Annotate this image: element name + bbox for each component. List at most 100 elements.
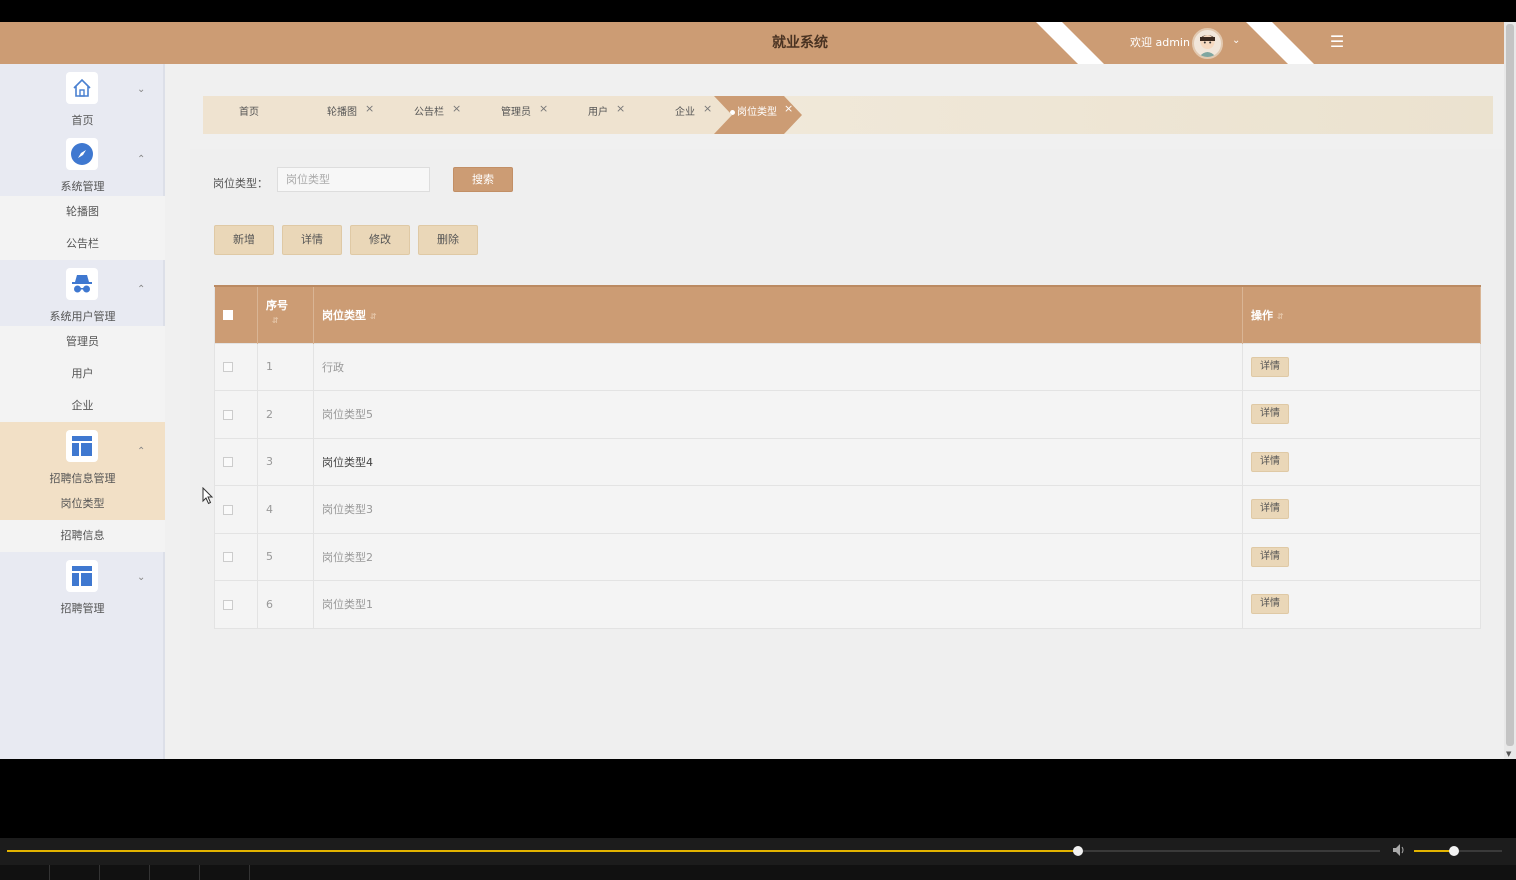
video-timeline[interactable] bbox=[7, 846, 1380, 856]
row-select-cell bbox=[214, 532, 258, 581]
search-input[interactable] bbox=[277, 167, 430, 192]
sidebar-item-user-management[interactable]: 系统用户管理 ⌃ bbox=[0, 260, 165, 326]
volume-slider[interactable] bbox=[1414, 846, 1502, 856]
sidebar-item-home[interactable]: 首页 ⌄ bbox=[0, 64, 165, 130]
sidebar-group-system: 系统管理 ⌃ 轮播图 公告栏 bbox=[0, 130, 165, 260]
sidebar-label: 系统管理 bbox=[60, 180, 105, 193]
search-button[interactable]: 搜索 bbox=[453, 167, 513, 192]
scrollbar-thumb[interactable] bbox=[1506, 24, 1514, 746]
sidebar-item-recruit-management[interactable]: 招聘管理 ⌄ bbox=[0, 552, 165, 618]
row-detail-button[interactable]: 详情 bbox=[1251, 451, 1289, 472]
select-all-cell bbox=[214, 285, 258, 343]
row-detail-button[interactable]: 详情 bbox=[1251, 594, 1289, 615]
row-ops: 详情 bbox=[1242, 532, 1481, 581]
vertical-scrollbar[interactable]: ▼ bbox=[1504, 22, 1516, 759]
row-ops: 详情 bbox=[1242, 580, 1481, 628]
row-checkbox[interactable] bbox=[223, 599, 233, 610]
close-icon[interactable]: × bbox=[784, 92, 793, 126]
sort-icon[interactable]: ⇵ bbox=[1277, 312, 1284, 321]
video-player-bar bbox=[0, 838, 1516, 880]
close-icon[interactable]: × bbox=[365, 92, 374, 126]
table-row[interactable]: 1 行政 详情 bbox=[214, 342, 1481, 391]
player-controls bbox=[0, 865, 1516, 880]
sidebar-label: 系统用户管理 bbox=[49, 310, 116, 323]
add-button[interactable]: 新增 bbox=[214, 225, 274, 255]
sort-icon[interactable]: ⇵ bbox=[370, 312, 377, 321]
player-control[interactable] bbox=[150, 865, 200, 880]
sidebar-group-users: 系统用户管理 ⌃ 管理员 用户 企业 bbox=[0, 260, 165, 422]
table-row[interactable]: 6 岗位类型1 详情 bbox=[214, 580, 1481, 628]
select-all-checkbox[interactable] bbox=[223, 310, 233, 321]
close-icon[interactable]: × bbox=[539, 92, 548, 126]
row-checkbox[interactable] bbox=[223, 457, 233, 468]
layout-icon bbox=[66, 560, 98, 592]
chevron-up-icon: ⌃ bbox=[137, 284, 146, 295]
sidebar-label: 首页 bbox=[71, 114, 94, 127]
chevron-down-icon: ⌄ bbox=[137, 84, 146, 95]
app-title: 就业系统 bbox=[772, 35, 828, 51]
layout-icon bbox=[66, 430, 98, 462]
detail-button[interactable]: 详情 bbox=[282, 225, 342, 255]
timeline-knob[interactable] bbox=[1072, 846, 1083, 856]
sidebar-item-users[interactable]: 用户 bbox=[0, 358, 165, 390]
close-icon[interactable]: × bbox=[616, 92, 625, 126]
delete-button[interactable]: 删除 bbox=[418, 225, 478, 255]
row-checkbox[interactable] bbox=[223, 552, 233, 563]
player-control[interactable] bbox=[200, 865, 250, 880]
scroll-down-arrow-icon[interactable]: ▼ bbox=[1506, 750, 1511, 758]
sidebar-label: 招聘信息管理 bbox=[49, 472, 116, 485]
close-icon[interactable]: × bbox=[703, 92, 712, 126]
sidebar-item-admins[interactable]: 管理员 bbox=[0, 326, 165, 358]
row-detail-button[interactable]: 详情 bbox=[1251, 356, 1289, 377]
search-label: 岗位类型： bbox=[213, 177, 268, 190]
table-row[interactable]: 2 岗位类型5 详情 bbox=[214, 390, 1481, 438]
row-select-cell bbox=[214, 390, 258, 438]
chevron-down-icon: ⌄ bbox=[137, 572, 146, 583]
player-control[interactable] bbox=[100, 865, 150, 880]
volume-knob[interactable] bbox=[1448, 846, 1459, 856]
row-job-type: 岗位类型4 bbox=[313, 437, 1243, 486]
sidebar-item-carousel[interactable]: 轮播图 bbox=[0, 196, 165, 228]
player-control[interactable] bbox=[50, 865, 100, 880]
column-index[interactable]: 序号 ⇵ bbox=[257, 285, 314, 343]
row-ops: 详情 bbox=[1242, 342, 1481, 391]
player-control[interactable] bbox=[0, 865, 50, 880]
tab-label: 首页 bbox=[239, 107, 259, 118]
sidebar-item-system-management[interactable]: 系统管理 ⌃ bbox=[0, 130, 165, 196]
column-label: 序号 bbox=[266, 299, 288, 312]
mouse-cursor-icon bbox=[202, 487, 214, 505]
tab-label: 岗位类型 bbox=[737, 107, 777, 118]
table-row[interactable]: 3 岗位类型4 详情 bbox=[214, 437, 1481, 486]
hamburger-menu-icon[interactable]: ☰ bbox=[1326, 31, 1348, 53]
main-content: 首页 轮播图 × 公告栏 × 管理员 × 用户 × 企业 × 岗位类型 × 岗位… bbox=[165, 64, 1505, 759]
row-job-type: 岗位类型2 bbox=[313, 532, 1243, 581]
row-select-cell bbox=[214, 580, 258, 628]
row-checkbox[interactable] bbox=[223, 504, 233, 515]
row-detail-button[interactable]: 详情 bbox=[1251, 546, 1289, 567]
edit-button[interactable]: 修改 bbox=[350, 225, 410, 255]
close-icon[interactable]: × bbox=[452, 92, 461, 126]
sidebar-item-notice[interactable]: 公告栏 bbox=[0, 228, 165, 260]
chevron-down-icon[interactable]: ⌄ bbox=[1232, 35, 1240, 46]
sidebar-item-job-type[interactable]: 岗位类型 bbox=[0, 488, 165, 520]
row-detail-button[interactable]: 详情 bbox=[1251, 499, 1289, 520]
row-index: 2 bbox=[257, 390, 314, 438]
table-row[interactable]: 4 岗位类型3 详情 bbox=[214, 485, 1481, 533]
sidebar-item-recruit-info[interactable]: 招聘信息 bbox=[0, 520, 165, 552]
row-checkbox[interactable] bbox=[223, 362, 233, 373]
sidebar-item-companies[interactable]: 企业 bbox=[0, 390, 165, 422]
row-checkbox[interactable] bbox=[223, 409, 233, 420]
row-select-cell bbox=[214, 485, 258, 533]
row-detail-button[interactable]: 详情 bbox=[1251, 404, 1289, 425]
compass-icon bbox=[66, 138, 98, 170]
incognito-icon bbox=[66, 268, 98, 300]
sidebar-group-recruit-info: 招聘信息管理 ⌃ 岗位类型 招聘信息 bbox=[0, 422, 165, 552]
table-row[interactable]: 5 岗位类型2 详情 bbox=[214, 532, 1481, 581]
row-select-cell bbox=[214, 437, 258, 486]
avatar[interactable] bbox=[1192, 28, 1223, 59]
column-job-type[interactable]: 岗位类型 ⇵ bbox=[313, 285, 1243, 343]
sidebar-item-recruit-info-management[interactable]: 招聘信息管理 ⌃ bbox=[0, 422, 165, 488]
volume-icon[interactable] bbox=[1392, 843, 1410, 859]
sort-icon[interactable]: ⇵ bbox=[272, 316, 279, 325]
welcome-text: 欢迎 admin bbox=[1130, 36, 1190, 49]
